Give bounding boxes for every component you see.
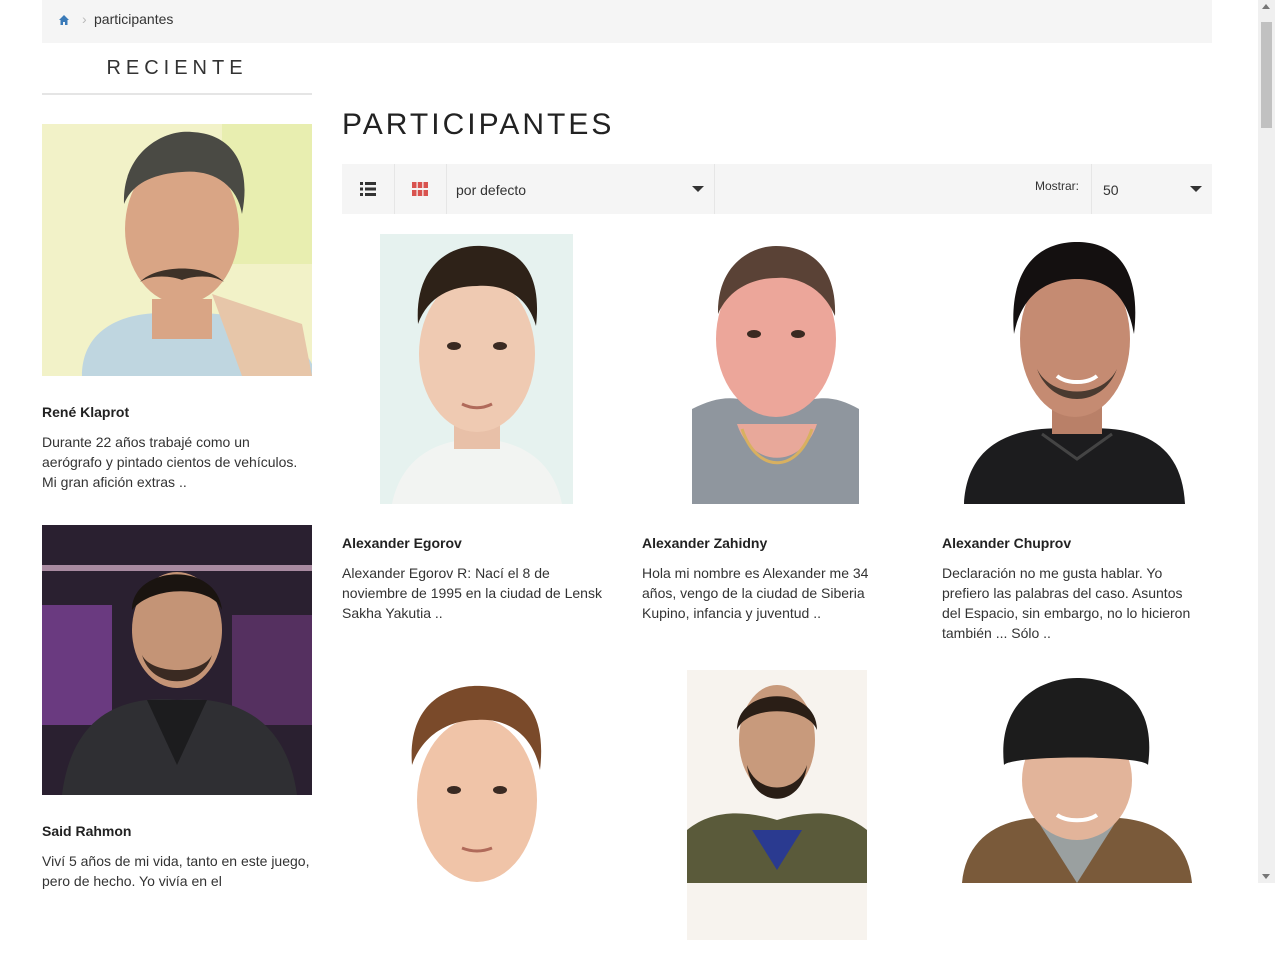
list-view-icon	[360, 182, 376, 196]
participant-card[interactable]	[342, 670, 612, 971]
sidebar-divider	[42, 93, 312, 95]
chevron-down-icon	[692, 186, 704, 192]
grid-view-button[interactable]	[394, 164, 447, 214]
participant-card[interactable]	[942, 670, 1212, 971]
participant-card[interactable]: Alexander Chuprov Declaración no me gust…	[942, 234, 1212, 643]
list-view-button[interactable]	[342, 164, 395, 214]
participant-name[interactable]: Alexander Zahidny	[642, 535, 912, 551]
sort-select[interactable]: por defecto	[446, 164, 715, 214]
participant-photo[interactable]	[42, 525, 312, 795]
participant-description: Alexander Egorov R: Nací el 8 de noviemb…	[342, 565, 602, 621]
participant-name[interactable]: René Klaprot	[42, 404, 312, 420]
participant-card[interactable]	[642, 670, 912, 971]
participant-photo[interactable]	[942, 234, 1212, 504]
home-icon[interactable]	[58, 14, 70, 26]
participant-description: Declaración no me gusta hablar. Yo prefi…	[942, 565, 1191, 641]
participant-description: Hola mi nombre es Alexander me 34 años, …	[642, 565, 869, 621]
participant-name[interactable]: Alexander Egorov	[342, 535, 612, 551]
sort-value: por defecto	[456, 182, 527, 198]
scrollbar-thumb[interactable]	[1261, 22, 1272, 128]
participant-photo[interactable]	[642, 670, 912, 940]
breadcrumb-separator: ›	[82, 11, 87, 27]
participant-photo[interactable]	[342, 234, 612, 504]
breadcrumb-current: participantes	[94, 11, 174, 27]
participant-description: Viví 5 años de mi vida, tanto en este ju…	[42, 853, 310, 889]
participant-card[interactable]: Alexander Egorov Alexander Egorov R: Nac…	[342, 234, 612, 623]
participant-name[interactable]: Alexander Chuprov	[942, 535, 1212, 551]
sidebar-item[interactable]: Said Rahmon Viví 5 años de mi vida, tant…	[42, 525, 312, 891]
participant-photo[interactable]	[942, 670, 1212, 940]
breadcrumb: › participantes	[42, 0, 1212, 43]
participant-photo[interactable]	[42, 124, 312, 376]
participant-description: Durante 22 años trabajé como un aerógraf…	[42, 434, 298, 490]
participant-photo[interactable]	[342, 670, 612, 940]
sidebar-title: RECIENTE	[106, 57, 248, 79]
scroll-up-icon[interactable]	[1262, 4, 1270, 9]
chevron-down-icon	[1190, 186, 1202, 192]
scroll-down-icon[interactable]	[1262, 874, 1270, 879]
page-title: PARTICIPANTES	[342, 108, 615, 141]
grid-view-icon	[412, 182, 428, 196]
page-scrollbar[interactable]	[1258, 0, 1275, 883]
sidebar-item[interactable]: René Klaprot Durante 22 años trabajé com…	[42, 124, 312, 492]
show-count-select[interactable]: 50	[1091, 164, 1213, 214]
show-count-value: 50	[1103, 182, 1119, 198]
show-label: Mostrar:	[1035, 179, 1080, 193]
participant-card[interactable]: Alexander Zahidny Hola mi nombre es Alex…	[642, 234, 912, 623]
listing-toolbar: por defecto Mostrar: 50	[342, 164, 1212, 214]
participant-photo[interactable]	[642, 234, 912, 504]
participant-name[interactable]: Said Rahmon	[42, 823, 312, 839]
